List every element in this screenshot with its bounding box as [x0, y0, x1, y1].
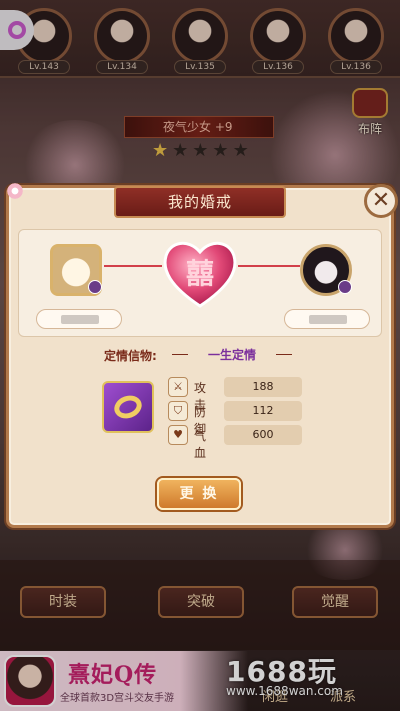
token-value: 一生定情	[207, 348, 256, 362]
stat-label: 气血	[194, 429, 207, 460]
token-label: 定情信物:	[104, 349, 157, 363]
stat-value: 188	[224, 377, 302, 397]
player-name-tag	[36, 309, 122, 329]
close-button[interactable]: ✕	[364, 184, 398, 218]
heart-emblem: 囍	[160, 234, 240, 314]
stat-value: 600	[224, 425, 302, 445]
double-happiness-glyph: 囍	[185, 257, 214, 290]
avatar-badge	[338, 280, 352, 294]
heart-icon: ♥	[168, 425, 188, 445]
shield-icon: ⛉	[168, 401, 188, 421]
wedding-ring-item[interactable]	[102, 381, 154, 433]
partner-name-tag	[284, 309, 370, 329]
dialog-title: 我的婚戒	[114, 186, 286, 218]
change-button[interactable]: 更 换	[157, 478, 241, 510]
avatar-badge	[88, 280, 102, 294]
ring-icon	[111, 391, 145, 423]
heartbeat-line-left	[104, 265, 162, 267]
heartbeat-line-right	[238, 265, 300, 267]
token-name: 一生定情	[170, 346, 294, 362]
stat-value: 112	[224, 401, 302, 421]
redacted-name	[309, 315, 347, 324]
sword-icon: ⚔	[168, 377, 188, 397]
close-icon: ✕	[371, 188, 391, 213]
flower-icon	[6, 182, 24, 200]
redacted-name	[61, 315, 99, 324]
